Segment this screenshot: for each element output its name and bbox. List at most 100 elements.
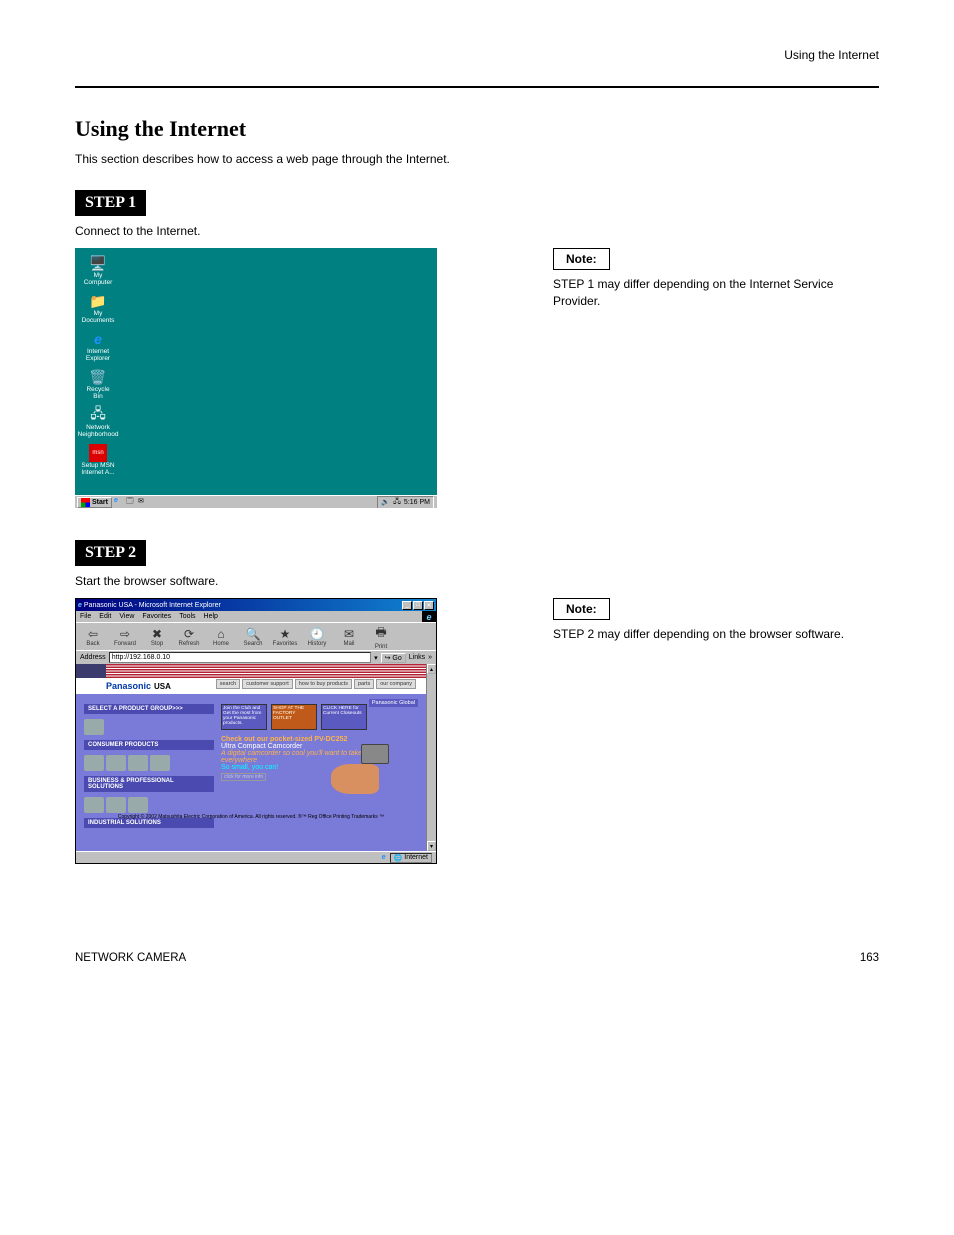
- ie-throbber-icon: e: [422, 611, 436, 622]
- close-button[interactable]: ✕: [424, 601, 434, 610]
- menu-edit[interactable]: Edit: [99, 613, 111, 620]
- footer-page-number: 163: [860, 952, 879, 964]
- menu-favorites[interactable]: Favorites: [142, 613, 171, 620]
- nav-howtobuy[interactable]: how to buy products: [295, 679, 352, 689]
- section-business[interactable]: BUSINESS & PROFESSIONAL SOLUTIONS: [84, 776, 214, 792]
- globe-icon: 🌐: [394, 854, 403, 862]
- thumb-icon[interactable]: [84, 755, 104, 771]
- header-rule: [75, 86, 879, 88]
- address-label: Address: [80, 654, 106, 661]
- step2-label: STEP 2: [75, 540, 146, 566]
- back-button[interactable]: ⇦Back: [80, 627, 106, 647]
- forward-button[interactable]: ⇨Forward: [112, 627, 138, 647]
- promo-outlet[interactable]: SHOP AT THE FACTORY OUTLET: [271, 704, 317, 730]
- links-label[interactable]: Links: [409, 654, 425, 661]
- tray-volume-icon[interactable]: 🔊: [381, 498, 390, 506]
- section-consumer[interactable]: CONSUMER PRODUCTS: [84, 740, 214, 750]
- maximize-button[interactable]: □: [413, 601, 423, 610]
- thumb-icon[interactable]: [150, 755, 170, 771]
- scroll-down-icon[interactable]: ▾: [427, 841, 436, 851]
- menu-help[interactable]: Help: [204, 613, 218, 620]
- scroll-up-icon[interactable]: ▴: [427, 664, 436, 674]
- section-subtitle: This section describes how to access a w…: [75, 152, 879, 166]
- step1-description: Connect to the Internet.: [75, 224, 879, 238]
- thumb-icon[interactable]: [128, 755, 148, 771]
- webpage-nav: search customer support how to buy produ…: [216, 679, 416, 689]
- step1-note-text: STEP 1 may differ depending on the Inter…: [553, 276, 879, 310]
- status-ie-icon: e: [382, 854, 386, 861]
- stop-button[interactable]: ✖Stop: [144, 627, 170, 647]
- search-button[interactable]: 🔍Search: [240, 627, 266, 647]
- address-bar: Address http://192.168.0.10 ▾ ↪ Go Links…: [76, 650, 436, 664]
- taskbar: Start e 🗔 ✉ 🔊 🖧 5:16 PM: [75, 495, 437, 508]
- setup-msn-icon[interactable]: msnSetup MSN Internet A...: [81, 444, 115, 476]
- address-input[interactable]: http://192.168.0.10: [109, 652, 371, 663]
- menu-file[interactable]: File: [80, 613, 91, 620]
- step2-note-text: STEP 2 may differ depending on the brows…: [553, 626, 879, 643]
- step1-label: STEP 1: [75, 190, 146, 216]
- recycle-bin-icon[interactable]: 🗑️Recycle Bin: [81, 368, 115, 400]
- my-documents-icon[interactable]: 📁My Documents: [81, 292, 115, 324]
- brand-logo: Panasonic: [106, 681, 151, 691]
- window-title: Panasonic USA - Microsoft Internet Explo…: [84, 602, 221, 609]
- my-computer-icon[interactable]: 🖥️My Computer: [81, 254, 115, 286]
- toolbar: ⇦Back ⇨Forward ✖Stop ⟳Refresh ⌂Home 🔍Sea…: [76, 622, 436, 650]
- quicklaunch-ie-icon[interactable]: e: [114, 497, 124, 507]
- flag-banner: [76, 664, 426, 678]
- thumb-icon[interactable]: [128, 797, 148, 813]
- promo-club[interactable]: Join the Club and Get the most from your…: [221, 704, 267, 730]
- browser-screenshot: e Panasonic USA - Microsoft Internet Exp…: [75, 598, 437, 864]
- thumb-icon[interactable]: [106, 797, 126, 813]
- step2-note-label: Note:: [553, 598, 610, 620]
- brand-sub: USA: [154, 682, 171, 691]
- thumb-icon[interactable]: [106, 755, 126, 771]
- refresh-button[interactable]: ⟳Refresh: [176, 627, 202, 647]
- desktop-icons: 🖥️My Computer 📁My Documents eInternet Ex…: [81, 254, 115, 476]
- nav-support[interactable]: customer support: [242, 679, 293, 689]
- address-dropdown-icon[interactable]: ▾: [374, 654, 378, 662]
- zone-indicator: 🌐 Internet: [390, 853, 432, 863]
- history-button[interactable]: 🕘History: [304, 627, 330, 647]
- minimize-button[interactable]: _: [402, 601, 412, 610]
- nav-search[interactable]: search: [216, 679, 241, 689]
- network-neighborhood-icon[interactable]: 🖧Network Neighborhood: [81, 406, 115, 438]
- nav-parts[interactable]: parts: [354, 679, 374, 689]
- footer-left: NETWORK CAMERA: [75, 952, 186, 964]
- thumb-icon[interactable]: [84, 797, 104, 813]
- step1-note-label: Note:: [553, 248, 610, 270]
- page-footer: NETWORK CAMERA 163: [0, 952, 954, 980]
- system-tray: 🔊 🖧 5:16 PM: [377, 496, 434, 509]
- home-button[interactable]: ⌂Home: [208, 627, 234, 647]
- more-info-link[interactable]: click for more info: [221, 773, 266, 781]
- print-button[interactable]: 🖶Print: [368, 623, 394, 650]
- global-link[interactable]: Panasonic Global: [369, 699, 418, 707]
- tray-clock: 5:16 PM: [404, 499, 430, 506]
- promo-closeouts[interactable]: CLICK HERE for Current Closeouts: [321, 704, 367, 730]
- copyright-text: Copyright © 2002 Matsushita Electric Cor…: [76, 814, 426, 820]
- section-title: Using the Internet: [75, 116, 879, 142]
- tray-modem-icon[interactable]: 🖧: [393, 497, 401, 508]
- window-title-bar: e Panasonic USA - Microsoft Internet Exp…: [76, 599, 436, 611]
- nav-company[interactable]: our company: [376, 679, 416, 689]
- quicklaunch-desktop-icon[interactable]: 🗔: [126, 497, 136, 507]
- internet-explorer-icon[interactable]: eInternet Explorer: [81, 330, 115, 362]
- quicklaunch-outlook-icon[interactable]: ✉: [138, 497, 148, 507]
- start-button[interactable]: Start: [77, 497, 112, 508]
- menu-bar: File Edit View Favorites Tools Help: [76, 611, 422, 622]
- header-right: Using the Internet: [75, 48, 879, 62]
- desktop-screenshot: 🖥️My Computer 📁My Documents eInternet Ex…: [75, 248, 437, 508]
- scrollbar[interactable]: ▴ ▾: [426, 664, 436, 851]
- webpage-content: Panasonic USA search customer support ho…: [76, 664, 426, 851]
- promo-row: Join the Club and Get the most from your…: [221, 704, 367, 730]
- thumb-icon[interactable]: [84, 719, 104, 735]
- menu-view[interactable]: View: [119, 613, 134, 620]
- favorites-button[interactable]: ★Favorites: [272, 627, 298, 647]
- hero-image-icon: [331, 744, 391, 794]
- menu-tools[interactable]: Tools: [179, 613, 195, 620]
- section-select[interactable]: SELECT A PRODUCT GROUP>>>: [84, 704, 214, 714]
- mail-button[interactable]: ✉Mail: [336, 627, 362, 647]
- product-groups: SELECT A PRODUCT GROUP>>> CONSUMER PRODU…: [84, 704, 214, 828]
- step2-description: Start the browser software.: [75, 574, 879, 588]
- links-chevron-icon[interactable]: »: [428, 654, 432, 661]
- go-button[interactable]: ↪ Go: [381, 653, 406, 663]
